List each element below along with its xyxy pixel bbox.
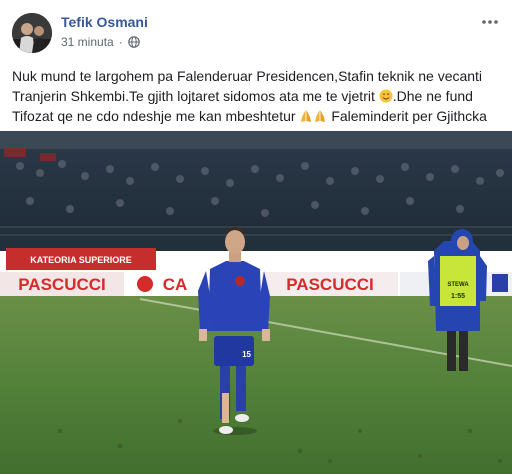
folded-hands-emoji [313,108,327,122]
meta-separator: · [118,35,123,49]
post-text-part3: Faleminderit per Gjithcka [327,108,487,124]
ad-board-text-2: CA [163,275,188,294]
avatar[interactable] [12,13,52,53]
post-time[interactable]: 31 minuta [61,35,114,49]
smiling-face-emoji [379,88,393,103]
post-photo[interactable]: KATEORIA SUPERIORE PASCUCCI CA PASCUCCI [0,131,512,474]
crowd-stands [0,131,512,251]
kategoria-banner-text: KATEORIA SUPERIORE [30,255,132,265]
kategoria-banner: KATEORIA SUPERIORE [6,248,156,270]
globe-icon[interactable] [127,36,140,48]
player-number: 15 [242,350,251,359]
post-header: Tefik Osmani 31 minuta · [0,0,512,60]
author-name[interactable]: Tefik Osmani [61,14,148,30]
steward-vest-text: STEWA [447,282,469,288]
post-text: Nuk mund te largohem pa Falenderuar Pres… [12,66,502,126]
more-options-icon[interactable] [478,10,502,34]
ad-board-text-3: PASCUCCI [286,275,374,294]
folded-hands-emoji [299,108,313,122]
ad-board-text-1: PASCUCCI [18,275,106,294]
post-meta: 31 minuta · [61,35,140,49]
steward-number: 1:55 [451,293,465,300]
